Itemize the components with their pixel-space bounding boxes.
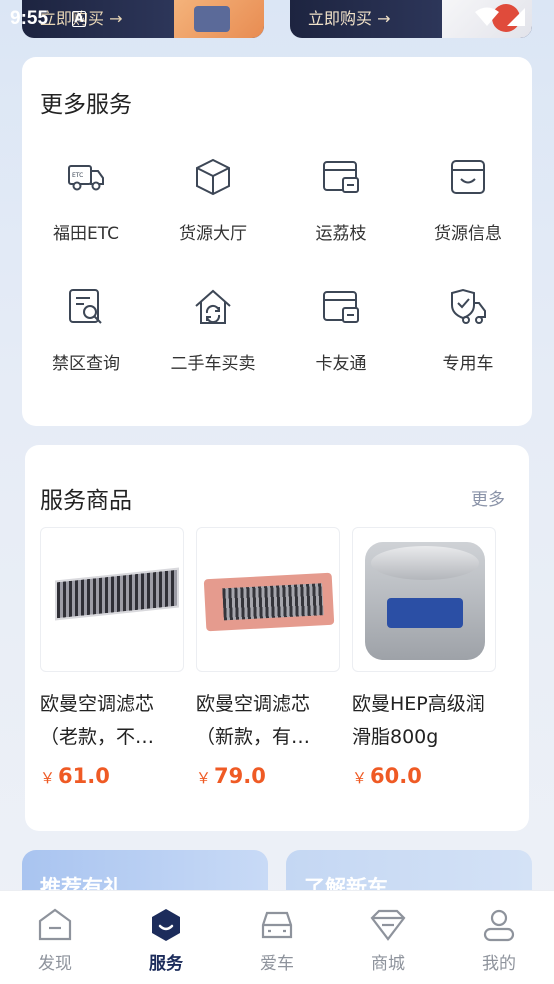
buy-now-link[interactable]: 立即购买 →: [308, 5, 391, 29]
service-item-special-vehicle[interactable]: 专用车: [404, 287, 532, 397]
tab-label: 爱车: [260, 954, 294, 974]
banner-image: [174, 0, 264, 38]
bottom-tab-bar: 发现 服务 爱车 商城 我的: [0, 890, 554, 984]
house-refresh-icon: [195, 289, 231, 324]
section-title: 服务商品: [40, 488, 132, 514]
service-item-lychee[interactable]: 运荔枝: [277, 157, 405, 267]
product-card[interactable]: 欧曼HEP高级润滑脂800g ￥ 60.0: [352, 527, 496, 788]
discover-icon: [38, 908, 72, 941]
product-card[interactable]: 欧曼空调滤芯（老款，不… ￥ 61.0: [40, 527, 184, 788]
svg-text:ETC: ETC: [72, 172, 83, 179]
service-item-etc[interactable]: ETC 福田ETC: [22, 157, 150, 267]
tab-discover[interactable]: 发现: [15, 907, 95, 974]
service-label: 专用车: [442, 354, 494, 374]
banner-image: [442, 0, 532, 38]
service-label: 卡友通: [315, 354, 367, 374]
product-name: 欧曼空调滤芯（老款，不…: [40, 693, 155, 748]
promo-banner-left[interactable]: 立即购买 →: [22, 0, 264, 38]
product-image: [196, 527, 340, 672]
cube-icon: [196, 158, 230, 196]
card-window-icon: [323, 291, 359, 323]
service-label: 二手车买卖: [170, 354, 256, 374]
tab-my-car[interactable]: 爱车: [237, 907, 317, 974]
product-image: [352, 527, 496, 672]
tab-mine[interactable]: 我的: [459, 907, 539, 974]
product-price: ￥ 79.0: [196, 764, 266, 788]
user-icon: [483, 909, 515, 942]
service-label: 货源信息: [434, 224, 502, 244]
service-goods-card: 服务商品 更多 欧曼空调滤芯（老款，不… ￥ 61.0 欧曼空调滤芯（新款，有… …: [25, 445, 529, 831]
service-item-cargo-info[interactable]: 货源信息: [404, 157, 532, 267]
shop-icon: [451, 160, 485, 194]
service-icon: [152, 909, 180, 941]
section-title: 更多服务: [40, 92, 132, 118]
product-price: ￥ 61.0: [40, 764, 110, 788]
card-window-icon: [323, 161, 359, 193]
service-item-used-car[interactable]: 二手车买卖: [149, 287, 277, 397]
product-name: 欧曼HEP高级润滑脂800g: [352, 693, 485, 748]
service-item-cargo-hall[interactable]: 货源大厅: [149, 157, 277, 267]
tab-label: 发现: [38, 954, 72, 974]
tab-label: 我的: [482, 954, 516, 974]
etc-truck-icon: ETC: [68, 165, 104, 191]
tab-mall[interactable]: 商城: [348, 907, 428, 974]
more-services-card: 更多服务 ETC 福田ETC 货源大厅 运荔枝 货源信息 禁区查询 二手车买卖 …: [22, 57, 532, 426]
doc-search-icon: [69, 289, 102, 324]
shield-truck-icon: [451, 288, 486, 324]
product-card[interactable]: 欧曼空调滤芯（新款，有… ￥ 79.0: [196, 527, 340, 788]
tab-label: 服务: [149, 954, 183, 974]
promo-banner-right[interactable]: 立即购买 →: [290, 0, 532, 38]
product-image: [40, 527, 184, 672]
car-icon: [261, 911, 293, 939]
service-item-restricted-zone[interactable]: 禁区查询: [22, 287, 150, 397]
service-label: 福田ETC: [53, 224, 119, 244]
more-link[interactable]: 更多: [471, 485, 505, 510]
buy-now-link[interactable]: 立即购买 →: [40, 5, 123, 29]
service-label: 运荔枝: [315, 224, 367, 244]
service-item-card-friend[interactable]: 卡友通: [277, 287, 405, 397]
tab-service[interactable]: 服务: [126, 907, 206, 974]
tab-label: 商城: [371, 954, 405, 974]
diamond-icon: [370, 909, 406, 941]
service-label: 货源大厅: [179, 224, 247, 244]
product-name: 欧曼空调滤芯（新款，有…: [196, 693, 311, 748]
product-price: ￥ 60.0: [352, 764, 422, 788]
service-label: 禁区查询: [52, 354, 120, 374]
